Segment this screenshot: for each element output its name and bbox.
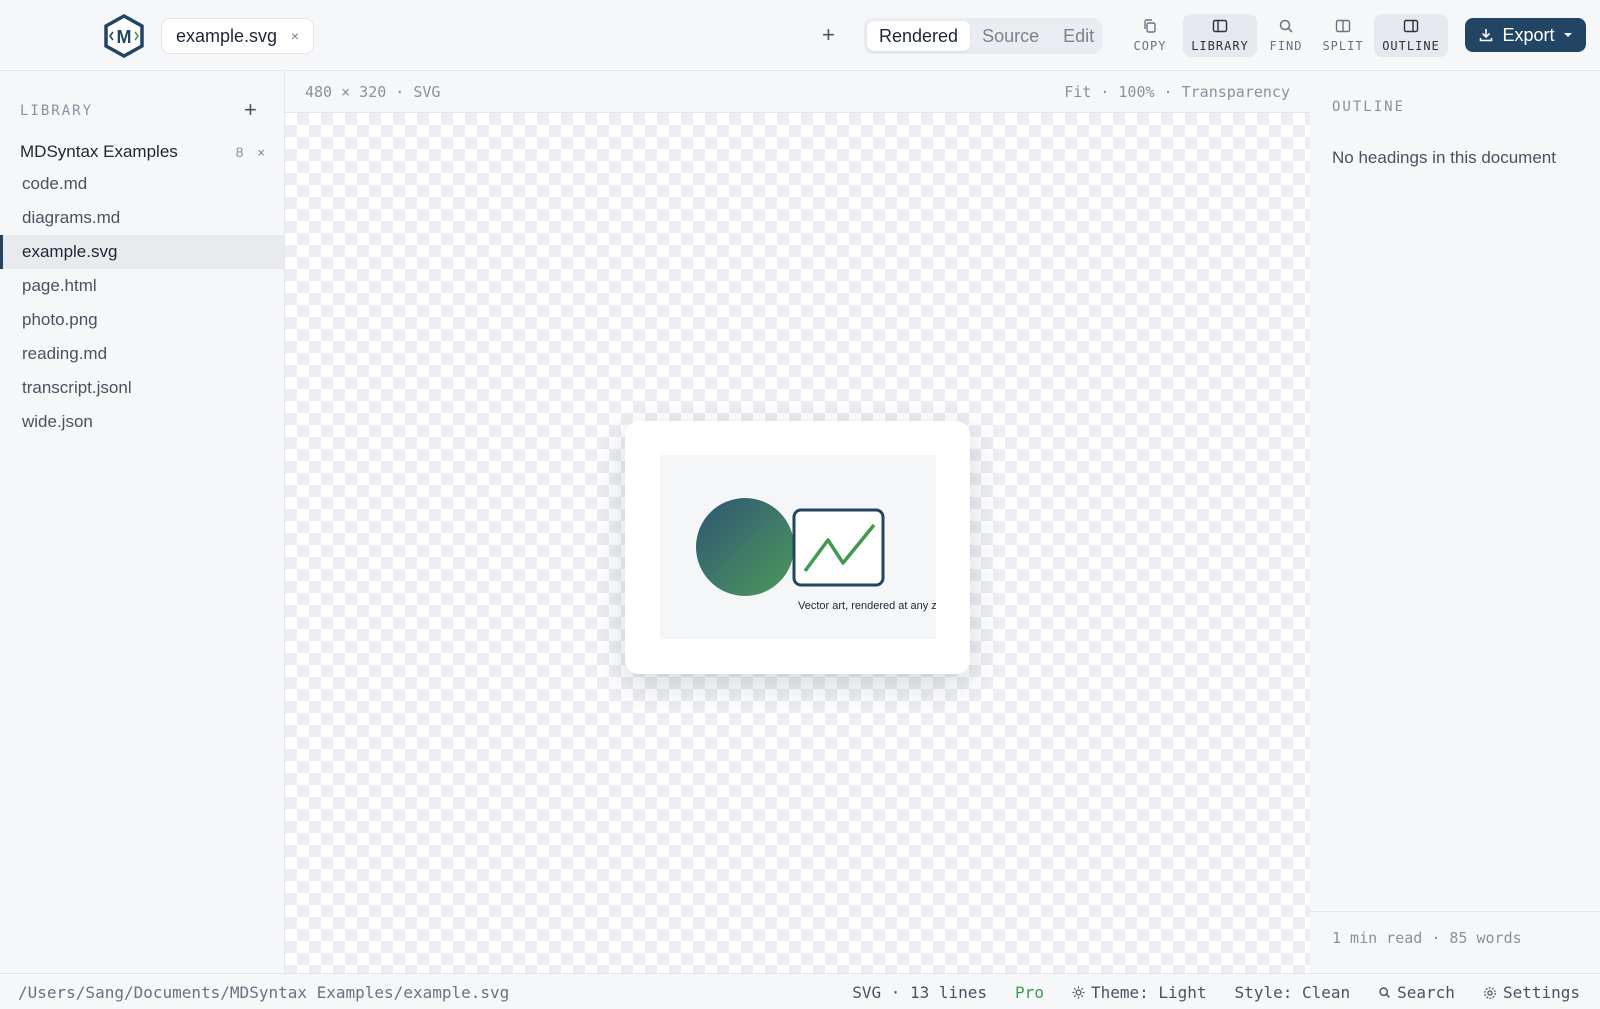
svg-text:M: M xyxy=(117,27,132,47)
file-path: /Users/Sang/Documents/MDSyntax Examples/… xyxy=(18,983,510,1002)
search-label: Search xyxy=(1397,983,1455,1002)
file-format: SVG · 13 lines xyxy=(852,983,988,1002)
split-button[interactable]: SPLIT xyxy=(1320,14,1366,57)
outline-empty-message: No headings in this document xyxy=(1332,148,1556,167)
outline-label: OUTLINE xyxy=(1382,39,1440,53)
library-button[interactable]: LIBRARY xyxy=(1183,14,1257,57)
app-logo-icon: M xyxy=(104,14,144,58)
chart-frame xyxy=(792,508,885,587)
svg-artwork: Vector art, rendered at any zoom xyxy=(660,455,936,639)
tab-title: example.svg xyxy=(176,25,278,46)
search-icon xyxy=(1379,987,1391,998)
outline-heading: OUTLINE xyxy=(1332,99,1406,115)
zoom-controls[interactable]: Fit · 100% · Transparency xyxy=(1064,83,1290,101)
group-close-icon[interactable]: × xyxy=(257,145,265,160)
group-count: 8 xyxy=(235,144,244,160)
theme-label: Theme: Light xyxy=(1090,983,1207,1002)
find-label: FIND xyxy=(1269,39,1303,53)
download-icon xyxy=(1480,29,1493,42)
settings-label: Settings xyxy=(1502,983,1580,1002)
add-library-button[interactable]: + xyxy=(244,97,257,123)
caret-down-icon xyxy=(1563,33,1572,37)
document-tab[interactable]: example.svg × xyxy=(161,18,314,54)
file-item[interactable]: photo.png xyxy=(0,303,284,337)
file-item[interactable]: transcript.jsonl xyxy=(0,371,284,405)
transparency-canvas: Vector art, rendered at any zoom xyxy=(285,113,1310,973)
outline-button[interactable]: OUTLINE xyxy=(1374,14,1448,57)
find-button[interactable]: FIND xyxy=(1268,14,1304,57)
sidebar-left-icon xyxy=(1212,19,1228,33)
file-item[interactable]: diagrams.md xyxy=(0,201,284,235)
settings-button[interactable]: Settings xyxy=(1483,983,1580,1002)
tab-close-icon[interactable]: × xyxy=(291,28,299,44)
view-mode-source[interactable]: Source xyxy=(970,21,1051,51)
sidebar-right-icon xyxy=(1403,19,1419,33)
copy-button[interactable]: COPY xyxy=(1132,14,1168,57)
outline-footer: 1 min read · 85 words xyxy=(1310,911,1600,973)
search-icon xyxy=(1279,19,1293,33)
preview-info-bar: 480 × 320 · SVG Fit · 100% · Transparenc… xyxy=(285,71,1310,113)
export-button[interactable]: Export xyxy=(1465,18,1586,52)
preview-area: 480 × 320 · SVG Fit · 100% · Transparenc… xyxy=(285,71,1310,973)
library-label: LIBRARY xyxy=(1191,39,1249,53)
status-bar: /Users/Sang/Documents/MDSyntax Examples/… xyxy=(0,973,1600,1009)
search-button[interactable]: Search xyxy=(1378,983,1455,1002)
file-item[interactable]: page.html xyxy=(0,269,284,303)
library-group[interactable]: MDSyntax Examples 8 × xyxy=(20,142,265,162)
view-mode-rendered[interactable]: Rendered xyxy=(867,21,971,51)
file-item[interactable]: code.md xyxy=(0,167,284,201)
file-item[interactable]: reading.md xyxy=(0,337,284,371)
gradient-circle xyxy=(696,498,794,596)
gear-icon xyxy=(1484,986,1496,999)
group-name: MDSyntax Examples xyxy=(20,142,178,161)
library-sidebar: LIBRARY + MDSyntax Examples 8 × code.md … xyxy=(0,71,285,973)
file-item[interactable]: wide.json xyxy=(0,405,284,439)
top-bar: M example.svg × + Rendered Source Edit C… xyxy=(0,0,1600,71)
svg-preview-card: Vector art, rendered at any zoom xyxy=(625,421,970,674)
theme-toggle[interactable]: Theme: Light xyxy=(1072,983,1207,1002)
split-view-icon xyxy=(1335,19,1351,33)
copy-label: COPY xyxy=(1133,39,1167,53)
reading-stats: 1 min read · 85 words xyxy=(1332,929,1522,947)
image-dimensions: 480 × 320 · SVG xyxy=(305,83,441,101)
artwork-caption: Vector art, rendered at any zoom xyxy=(798,600,936,612)
style-selector[interactable]: Style: Clean xyxy=(1235,983,1351,1002)
status-items: SVG · 13 lines Pro Theme: Light Style: C… xyxy=(852,983,1580,1002)
library-heading: LIBRARY xyxy=(20,103,94,119)
split-label: SPLIT xyxy=(1322,39,1364,53)
outline-panel: OUTLINE No headings in this document 1 m… xyxy=(1310,71,1600,973)
view-mode-edit[interactable]: Edit xyxy=(1051,21,1106,51)
export-label: Export xyxy=(1502,24,1555,45)
new-tab-button[interactable]: + xyxy=(822,21,835,49)
copy-icon xyxy=(1144,19,1156,33)
plan-badge[interactable]: Pro xyxy=(1015,983,1044,1002)
file-item-active[interactable]: example.svg xyxy=(0,235,284,269)
sun-icon xyxy=(1072,986,1085,999)
view-mode-switch: Rendered Source Edit xyxy=(864,18,1102,54)
